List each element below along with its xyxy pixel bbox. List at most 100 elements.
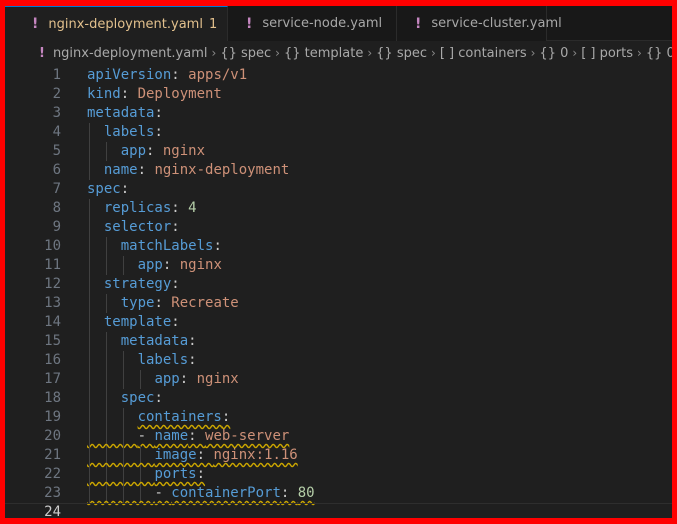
punctuation: :: [179, 371, 197, 387]
line-code: metadata:: [87, 332, 197, 351]
code-line[interactable]: 12 strategy:: [5, 275, 672, 294]
yaml-key: app: [137, 257, 163, 273]
punctuation: :: [171, 200, 189, 216]
code-line[interactable]: 14 template:: [5, 313, 672, 332]
line-code: ports:: [87, 465, 205, 484]
line-code: labels:: [87, 351, 197, 370]
punctuation: :: [154, 390, 163, 406]
punctuation: [87, 143, 121, 159]
exclamation-yaml-icon: !: [246, 15, 253, 32]
code-line[interactable]: 4 labels:: [5, 123, 672, 142]
line-code: - name: web-server: [87, 427, 290, 446]
chevron-right-icon: ›: [572, 45, 578, 60]
tab-service-cluster[interactable]: ! service-cluster.yaml: [397, 6, 562, 41]
yaml-key: apiVersion: [87, 67, 172, 83]
tab-service-node[interactable]: ! service-node.yaml: [228, 6, 397, 41]
exclamation-yaml-icon: !: [415, 15, 422, 32]
line-code: image: nginx:1.16: [87, 446, 297, 465]
yaml-key: template: [103, 314, 172, 330]
breadcrumb-item[interactable]: [ ] ports: [581, 46, 633, 61]
chevron-right-icon: ›: [211, 45, 217, 60]
code-line[interactable]: 2 kind: Deployment: [5, 85, 672, 104]
code-line[interactable]: 22 ports:: [5, 465, 672, 484]
code-line[interactable]: 15 metadata:: [5, 332, 672, 351]
line-number: 2: [52, 86, 61, 102]
code-editor[interactable]: 1 apiVersion: apps/v1 2 kind: Deployment 3 me…: [5, 66, 672, 518]
exclamation-yaml-icon: !: [32, 16, 39, 32]
line-number: 20: [44, 428, 61, 444]
breadcrumb-item[interactable]: {} 0: [539, 46, 568, 61]
code-line[interactable]: 3 metadata:: [5, 104, 672, 123]
punctuation: :: [188, 333, 197, 349]
punctuation: [87, 162, 104, 178]
breadcrumb-item[interactable]: {} spec: [220, 46, 271, 61]
punctuation: [87, 257, 138, 273]
code-line[interactable]: 8 replicas: 4: [5, 199, 672, 218]
punctuation: :: [162, 257, 180, 273]
punctuation: [87, 200, 104, 216]
yaml-key: app: [154, 371, 180, 387]
yaml-value: apps/v1: [188, 67, 248, 83]
code-line[interactable]: 20 - name: web-server: [5, 427, 672, 446]
punctuation: :: [196, 466, 206, 482]
code-line[interactable]: 10 matchLabels:: [5, 237, 672, 256]
punctuation: :: [171, 276, 180, 292]
line-code: selector:: [87, 218, 180, 237]
code-line[interactable]: 13 type: Recreate: [5, 294, 672, 313]
punctuation: [87, 238, 121, 254]
line-number: 8: [52, 200, 61, 216]
tab-bar: ! nginx-deployment.yaml 1 ✕ ! service-no…: [5, 6, 672, 41]
line-number: 18: [44, 390, 61, 406]
line-code: app: nginx: [87, 142, 205, 161]
line-number: 24: [44, 504, 61, 518]
yaml-key: strategy: [103, 276, 172, 292]
breadcrumb-item[interactable]: {} 0: [646, 46, 672, 61]
code-line[interactable]: 6 name: nginx-deployment: [5, 161, 672, 180]
yaml-value: nginx: [162, 143, 206, 159]
breadcrumb-item[interactable]: {} template: [284, 46, 363, 61]
yaml-key: name: [103, 162, 138, 178]
problem-count-badge: 1: [208, 16, 218, 32]
code-line[interactable]: 21 image: nginx:1.16: [5, 446, 672, 465]
code-line[interactable]: 24: [5, 503, 672, 518]
yaml-value: Deployment: [137, 86, 222, 102]
line-number: 17: [44, 371, 61, 387]
yaml-key: metadata: [87, 105, 155, 121]
breadcrumb-item[interactable]: [ ] containers: [440, 46, 527, 61]
yaml-key: spec: [120, 390, 155, 406]
breadcrumb: ! nginx-deployment.yaml ›{} spec ›{} temp…: [5, 42, 672, 64]
punctuation: :: [196, 447, 214, 463]
line-number: 14: [44, 314, 61, 330]
code-line[interactable]: 7 spec:: [5, 180, 672, 199]
yaml-value: Recreate: [171, 295, 239, 311]
code-line[interactable]: 5 app: nginx: [5, 142, 672, 161]
line-number: 15: [44, 333, 61, 349]
line-code: spec:: [87, 180, 129, 199]
breadcrumb-item[interactable]: {} spec: [376, 46, 427, 61]
punctuation: :: [120, 86, 138, 102]
punctuation: :: [188, 428, 206, 444]
code-line[interactable]: 11 app: nginx: [5, 256, 672, 275]
breadcrumb-file[interactable]: nginx-deployment.yaml: [53, 46, 208, 61]
code-line[interactable]: 1 apiVersion: apps/v1: [5, 66, 672, 85]
code-line[interactable]: 9 selector:: [5, 218, 672, 237]
punctuation: [87, 124, 104, 140]
code-line[interactable]: 23 - containerPort: 80: [5, 484, 672, 503]
yaml-key: selector: [103, 219, 172, 235]
line-code: containers:: [87, 408, 231, 427]
yaml-key: ports: [154, 466, 197, 482]
code-line[interactable]: 17 app: nginx: [5, 370, 672, 389]
punctuation: [87, 466, 154, 482]
punctuation: :: [221, 409, 231, 425]
tab-nginx-deployment[interactable]: ! nginx-deployment.yaml 1 ✕: [5, 6, 238, 41]
punctuation: [87, 276, 104, 292]
line-code: type: Recreate: [87, 294, 239, 313]
line-number: 23: [44, 485, 61, 501]
yaml-key: containerPort: [171, 485, 281, 501]
line-code: metadata:: [87, 104, 163, 123]
code-line[interactable]: 18 spec:: [5, 389, 672, 408]
chevron-right-icon: ›: [637, 45, 642, 60]
code-line[interactable]: 16 labels:: [5, 351, 672, 370]
line-number: 12: [44, 276, 61, 292]
code-line[interactable]: 19 containers:: [5, 408, 672, 427]
